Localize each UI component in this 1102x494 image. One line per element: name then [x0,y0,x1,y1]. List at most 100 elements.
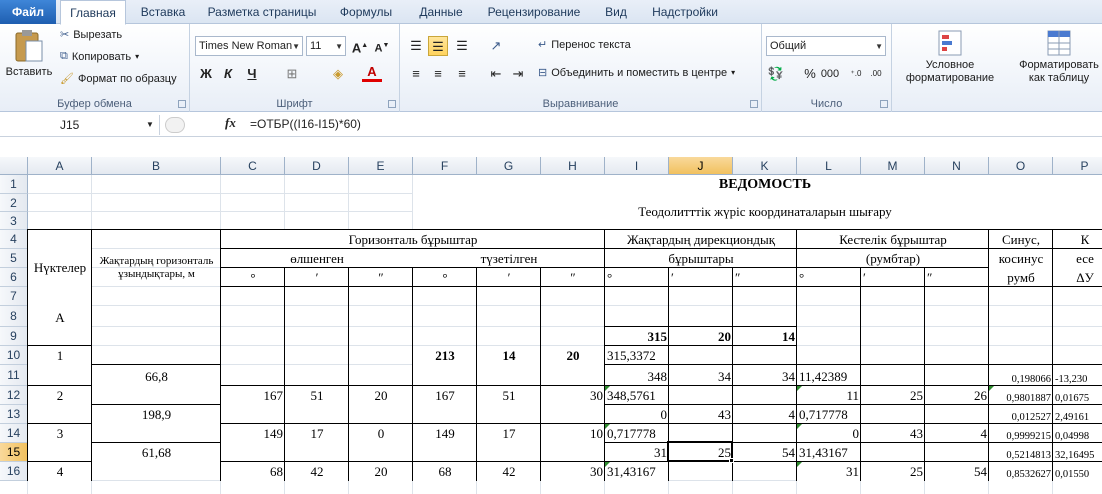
data-cell[interactable]: 17 [477,424,541,443]
sheet-title[interactable]: ВЕДОМОСТЬ [413,175,1102,194]
unit-degrees[interactable]: ° [605,268,669,287]
percent-button[interactable]: % [800,64,820,84]
decrease-decimal-button[interactable]: .00 [866,64,886,84]
comma-style-button[interactable]: 000 [820,64,840,84]
format-as-table-button[interactable]: Форматировать как таблицу [1016,28,1102,84]
row-header-3[interactable]: 3 [0,212,28,230]
row-header-8[interactable]: 8 [0,306,28,327]
column-header-c[interactable]: C [221,157,285,175]
underline-button[interactable]: Ч [242,64,262,84]
data-cell[interactable]: 34 [733,365,797,386]
data-cell[interactable]: 10 [541,424,605,443]
row-header-1[interactable]: 1 [0,175,28,194]
cut-button[interactable]: ✂ Вырезать [60,28,122,42]
data-cell[interactable]: 4 [733,405,797,424]
increase-indent-button[interactable]: ⇥ [508,64,528,84]
data-cell[interactable]: 31 [797,462,861,481]
decrease-indent-button[interactable]: ⇤ [486,64,506,84]
data-cell[interactable]: 2,49161 [1053,405,1102,424]
header-P6[interactable]: ΔУ [1053,268,1102,287]
length-value[interactable]: 198,9 [92,405,221,424]
align-bottom-button[interactable]: ☰ [452,36,472,56]
data-cell[interactable]: 11,42389 [797,365,861,386]
name-box[interactable]: J15 ▼ [0,115,160,135]
data-cell[interactable]: 54 [733,443,797,462]
data-cell[interactable]: 68 [221,462,285,481]
row-header-11[interactable]: 11 [0,365,28,386]
point-label[interactable]: 2 [28,386,92,405]
row-header-5[interactable]: 5 [0,249,28,268]
column-header-g[interactable]: G [477,157,541,175]
data-cell[interactable]: 348,5761 [605,386,669,405]
tab-formulas[interactable]: Формулы [330,0,402,24]
header-sin-2[interactable]: косинус [989,249,1053,268]
data-cell[interactable]: 31,43167 [605,462,669,481]
header-sin-3[interactable]: румб [989,268,1053,287]
clipboard-launcher-icon[interactable] [178,100,186,108]
data-cell[interactable]: 167 [221,386,285,405]
error-indicator-icon[interactable] [797,386,802,391]
row-header-10[interactable]: 10 [0,346,28,365]
row-header-9[interactable]: 9 [0,327,28,346]
data-cell[interactable]: 0,012527 [989,405,1053,424]
point-label[interactable]: 4 [28,462,92,481]
data-cell[interactable]: 54 [925,462,989,481]
orientation-button[interactable]: ↗ [486,36,506,56]
unit-minutes[interactable]: ′ [477,268,541,287]
row-header-15[interactable]: 15 [0,443,28,462]
spreadsheet-grid[interactable]: A B C D E F G H I J K L M N O P 1 2 3 4 5 6 7 8 9 10 11 12 13 14 15 16 … [0,157,1102,494]
tab-addins[interactable]: Надстройки [644,0,726,24]
tab-page-layout[interactable]: Разметка страницы [200,0,324,24]
format-painter-button[interactable]: 🖌 Формат по образцу [60,72,177,86]
currency-button[interactable]: 💱 [766,64,786,84]
data-cell[interactable]: 213 [413,346,477,365]
data-cell[interactable]: 0,8532627 [989,462,1053,481]
data-cell[interactable]: 149 [221,424,285,443]
column-header-j[interactable]: J [669,157,733,175]
align-right-button[interactable]: ≡ [452,64,472,84]
align-left-button[interactable]: ≡ [406,64,426,84]
tab-insert[interactable]: Вставка [132,0,194,24]
bold-button[interactable]: Ж [196,64,216,84]
length-value[interactable]: 61,68 [92,443,221,462]
data-cell[interactable]: 30 [541,462,605,481]
data-cell[interactable]: 0 [797,424,861,443]
column-header-h[interactable]: H [541,157,605,175]
data-cell[interactable]: 51 [285,386,349,405]
row-header-4[interactable]: 4 [0,230,28,249]
number-format-combo[interactable]: Общий ▼ [766,36,886,56]
data-cell[interactable]: 68 [413,462,477,481]
data-cell[interactable]: 42 [285,462,349,481]
unit-degrees[interactable]: ° [797,268,861,287]
row-header-14[interactable]: 14 [0,424,28,443]
data-cell[interactable]: 315 [605,327,669,346]
header-measured[interactable]: өлшенген [221,249,413,268]
column-header-d[interactable]: D [285,157,349,175]
borders-button[interactable]: ⊞ [282,64,302,84]
data-cell[interactable]: 43 [669,405,733,424]
header-P4[interactable]: К [1053,230,1102,249]
unit-minutes[interactable]: ′ [669,268,733,287]
data-cell[interactable]: 0,9999215 [989,424,1053,443]
data-cell[interactable]: 0,01550 [1053,462,1102,481]
paste-button[interactable]: Вставить [4,28,54,78]
unit-degrees[interactable]: ° [413,268,477,287]
fill-handle[interactable] [729,458,734,463]
column-header-b[interactable]: B [92,157,221,175]
data-cell[interactable]: 4 [925,424,989,443]
data-cell[interactable]: 14 [477,346,541,365]
column-header-i[interactable]: I [605,157,669,175]
data-cell[interactable]: 0,9801887 [989,386,1053,405]
unit-seconds[interactable]: ″ [349,268,413,287]
data-cell[interactable]: 0,5214813 [989,443,1053,462]
column-header-l[interactable]: L [797,157,861,175]
align-middle-button[interactable]: ☰ [428,36,448,56]
row-header-12[interactable]: 12 [0,386,28,405]
data-cell[interactable]: 32,16495 [1053,443,1102,462]
merge-center-button[interactable]: ⊟ Объединить и поместить в центре ▾ [538,66,735,80]
italic-button[interactable]: К [218,64,238,84]
select-all-corner[interactable] [0,157,28,175]
data-cell[interactable]: 348 [605,365,669,386]
unit-minutes[interactable]: ′ [861,268,925,287]
formula-bar-handle[interactable] [165,117,185,133]
